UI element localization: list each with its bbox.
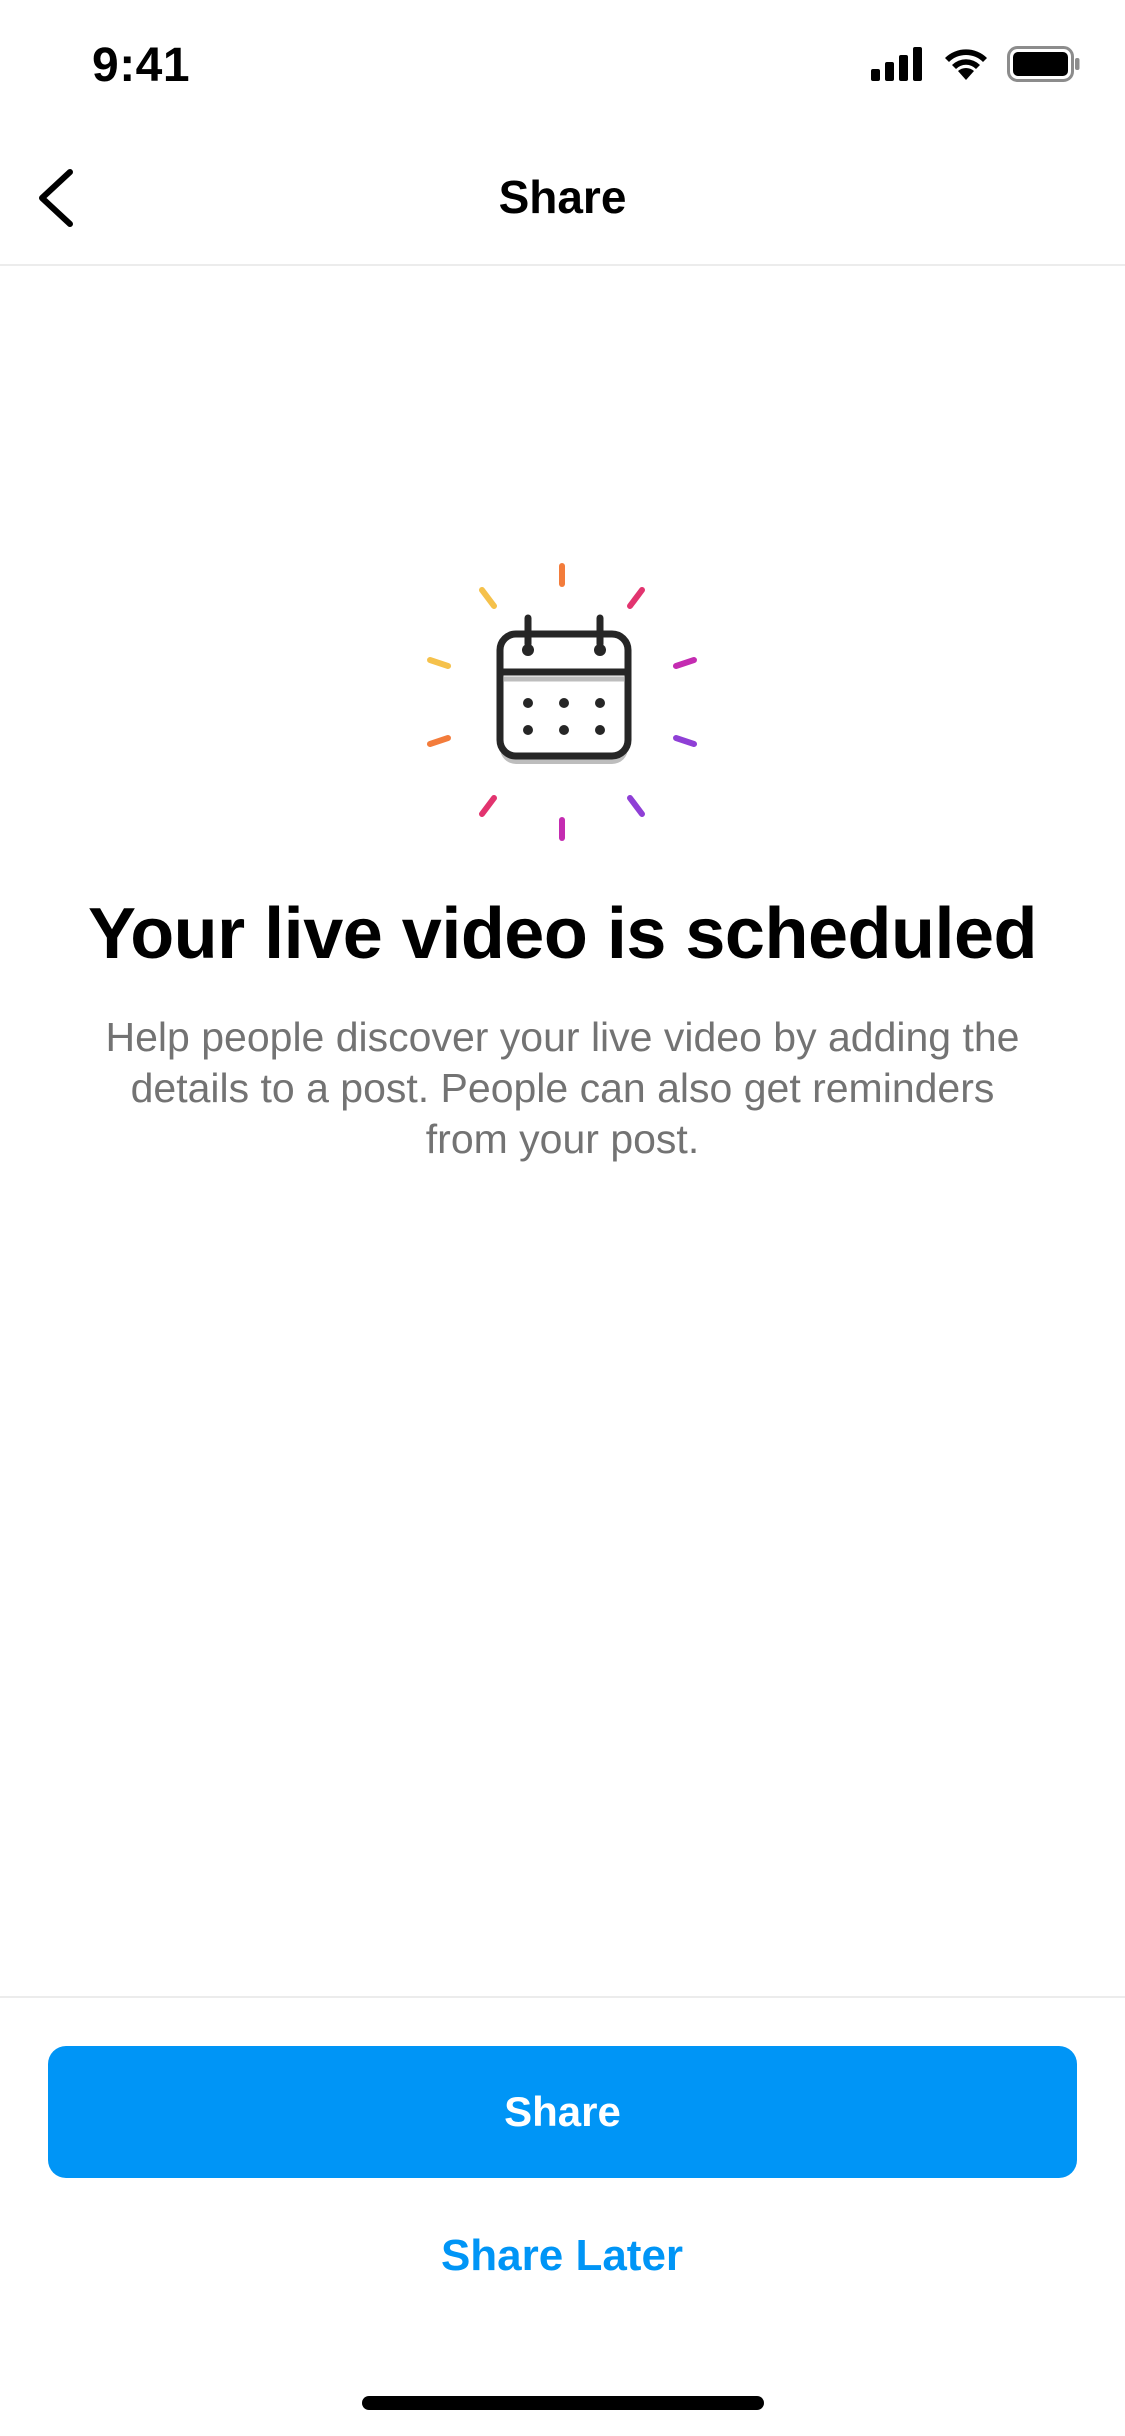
ray-bottom-left xyxy=(479,795,497,817)
status-time: 9:41 xyxy=(92,39,191,92)
ray-right-upper xyxy=(673,657,697,669)
ray-right-lower xyxy=(673,735,697,747)
calendar-icon xyxy=(427,563,697,841)
nav-bar: Share xyxy=(0,132,1125,266)
share-later-button[interactable]: Share Later xyxy=(312,2220,812,2292)
ray-top-right xyxy=(627,587,645,609)
ray-top-left xyxy=(479,587,497,609)
description: Help people discover your live video by … xyxy=(105,1014,1020,1162)
status-icons xyxy=(871,46,1081,82)
wifi-icon xyxy=(945,49,987,80)
home-indicator xyxy=(362,2396,764,2410)
headline: Your live video is scheduled xyxy=(88,894,1037,974)
status-bar: 9:41 xyxy=(0,0,1125,132)
ray-left-lower xyxy=(427,735,451,747)
footer-divider xyxy=(0,1996,1125,1998)
cellular-signal-icon xyxy=(871,47,922,81)
page-title: Share xyxy=(498,171,627,223)
battery-icon xyxy=(1007,46,1080,82)
ray-left-upper xyxy=(427,657,451,669)
share-button[interactable]: Share xyxy=(48,2046,1077,2178)
ray-bottom-right xyxy=(627,795,645,817)
